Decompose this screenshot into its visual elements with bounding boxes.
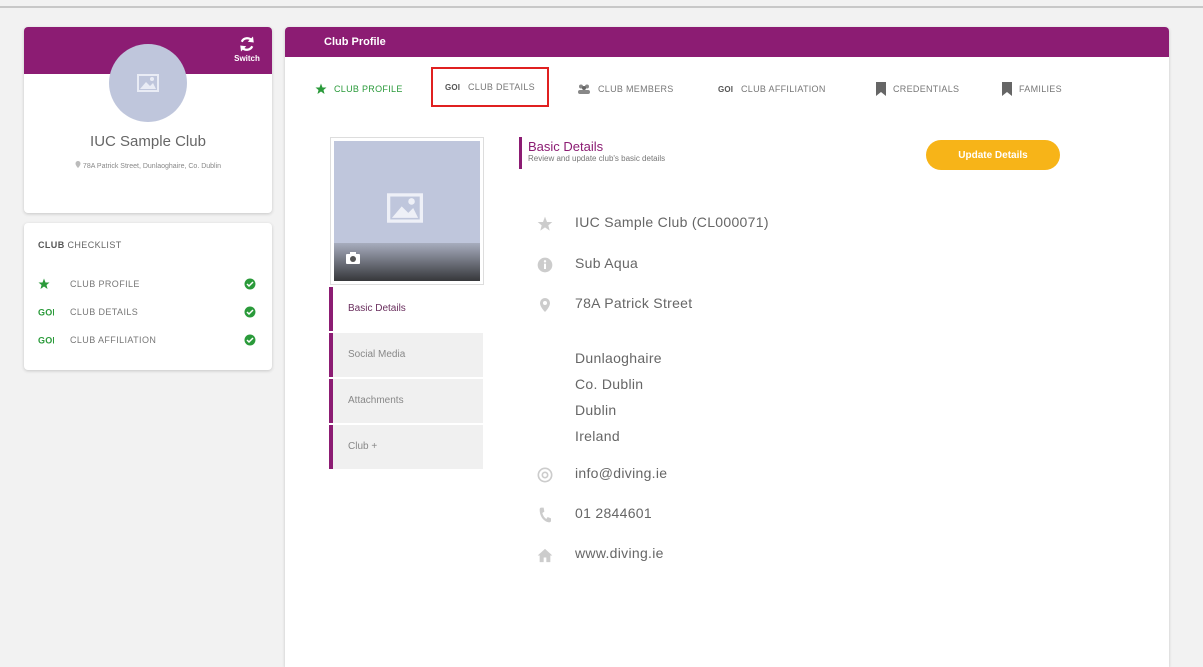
address-line: Ireland — [575, 428, 620, 444]
svg-text:GOI: GOI — [38, 336, 54, 346]
basic-details-header: Basic Details Review and update club's b… — [519, 137, 665, 169]
top-divider — [0, 6, 1203, 8]
club-photo-area — [334, 141, 480, 281]
checklist-item-label: CLUB AFFILIATION — [70, 335, 157, 345]
check-circle-icon — [244, 306, 256, 320]
checklist-item-label: CLUB DETAILS — [70, 307, 139, 317]
camera-icon[interactable] — [346, 251, 360, 269]
tab-label: CLUB DETAILS — [468, 82, 535, 92]
address-lines: Dunlaoghaire Co. Dublin Dublin Ireland — [575, 345, 662, 449]
tab-club-affiliation[interactable]: GOI CLUB AFFILIATION — [718, 79, 826, 99]
goi-icon: GOI — [38, 334, 55, 348]
star-icon — [38, 278, 54, 292]
side-menu-label: Club + — [348, 441, 378, 452]
svg-text:GOI: GOI — [445, 83, 460, 92]
image-placeholder-icon — [137, 74, 159, 92]
tab-label: FAMILIES — [1019, 84, 1062, 94]
club-checklist-card: CLUB CHECKLIST CLUB PROFILE GOI CLUB DET… — [24, 223, 272, 370]
website-value[interactable]: www.diving.ie — [575, 545, 664, 561]
tab-label: CLUB PROFILE — [334, 84, 403, 94]
club-type-value: Sub Aqua — [575, 255, 639, 271]
checklist-item-label: CLUB PROFILE — [70, 279, 140, 289]
tab-club-members[interactable]: CLUB MEMBERS — [577, 79, 674, 99]
location-pin-icon — [535, 297, 555, 313]
club-profile-panel: Club Profile CLUB PROFILE GOI CLUB DETAI… — [285, 27, 1169, 667]
tab-label: CLUB MEMBERS — [598, 84, 674, 94]
tab-families[interactable]: FAMILIES — [1002, 79, 1062, 99]
panel-title: Club Profile — [324, 36, 386, 48]
check-circle-icon — [244, 278, 256, 292]
email-icon — [535, 467, 555, 483]
section-subtitle: Review and update club's basic details — [528, 154, 666, 163]
side-menu-label: Attachments — [348, 395, 404, 406]
side-menu-basic-details[interactable]: Basic Details — [329, 287, 483, 331]
club-photo — [330, 137, 484, 285]
club-profile-card: Switch IUC Sample Club 78A Patrick Stree… — [24, 27, 272, 213]
side-menu-club-plus[interactable]: Club + — [329, 425, 483, 469]
phone-value: 01 2844601 — [575, 505, 652, 521]
checklist-item-club-profile[interactable]: CLUB PROFILE — [38, 278, 264, 292]
address-line: Co. Dublin — [575, 376, 644, 392]
info-icon — [535, 257, 555, 273]
tab-label: CLUB AFFILIATION — [741, 84, 826, 94]
update-details-button[interactable]: Update Details — [926, 140, 1060, 170]
side-menu-social-media[interactable]: Social Media — [329, 333, 483, 377]
tab-club-details[interactable]: GOI CLUB DETAILS — [431, 67, 549, 107]
checklist-title: CLUB CHECKLIST — [38, 240, 122, 250]
street-value: 78A Patrick Street — [575, 295, 693, 311]
tab-label: CREDENTIALS — [893, 84, 960, 94]
email-value[interactable]: info@diving.ie — [575, 465, 667, 481]
tab-credentials[interactable]: CREDENTIALS — [876, 79, 959, 99]
section-title: Basic Details — [528, 139, 604, 154]
svg-text:GOI: GOI — [38, 308, 54, 318]
club-address-text: 78A Patrick Street, Dunlaoghaire, Co. Du… — [82, 163, 222, 170]
image-placeholder-icon — [387, 193, 423, 223]
club-name: IUC Sample Club — [90, 133, 206, 150]
switch-label: Switch — [234, 54, 260, 63]
details-side-menu: Basic Details Social Media Attachments C… — [329, 287, 483, 471]
goi-icon: GOI — [718, 84, 734, 94]
checklist-item-club-details[interactable]: GOI CLUB DETAILS — [38, 306, 264, 320]
side-menu-label: Basic Details — [348, 303, 406, 314]
home-icon — [535, 547, 555, 563]
address-line: Dunlaoghaire — [575, 350, 662, 366]
checklist-title-rest: CHECKLIST — [64, 240, 122, 250]
svg-text:GOI: GOI — [718, 85, 733, 94]
address-line: Dublin — [575, 402, 617, 418]
location-pin-icon — [75, 161, 81, 168]
club-avatar[interactable] — [109, 44, 187, 122]
switch-club-button[interactable]: Switch — [230, 35, 264, 63]
club-name-value: IUC Sample Club (CL000071) — [575, 214, 769, 230]
side-menu-label: Social Media — [348, 349, 406, 360]
bookmark-icon — [876, 82, 886, 96]
check-circle-icon — [244, 334, 256, 348]
refresh-icon — [240, 36, 254, 52]
tab-club-profile[interactable]: CLUB PROFILE — [315, 79, 403, 99]
goi-icon: GOI — [38, 306, 55, 320]
panel-header: Club Profile — [285, 27, 1169, 57]
bookmark-icon — [1002, 82, 1012, 96]
checklist-title-bold: CLUB — [38, 240, 65, 250]
star-icon — [535, 216, 555, 232]
goi-icon: GOI — [445, 82, 461, 92]
side-menu-attachments[interactable]: Attachments — [329, 379, 483, 423]
club-address: 78A Patrick Street, Dunlaoghaire, Co. Du… — [54, 161, 242, 172]
star-icon — [315, 83, 327, 95]
checklist-item-club-affiliation[interactable]: GOI CLUB AFFILIATION — [38, 334, 264, 348]
members-icon — [577, 83, 591, 95]
phone-icon — [535, 507, 555, 523]
